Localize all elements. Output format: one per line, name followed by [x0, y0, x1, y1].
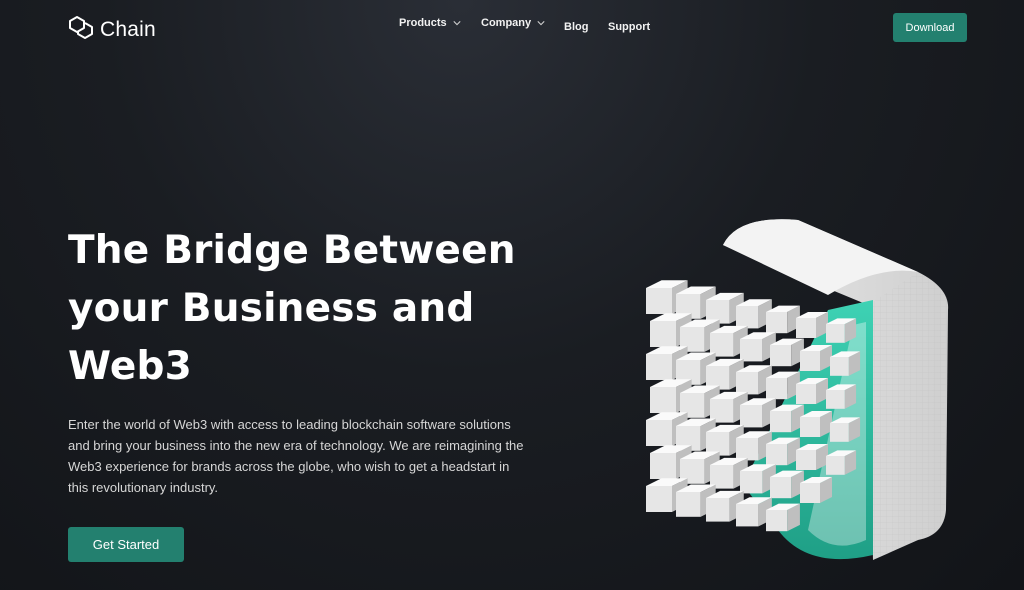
- 3d-cube-blocks-illustration: [628, 210, 958, 575]
- hexagon-chain-logo-icon: [68, 14, 94, 45]
- hero-description: Enter the world of Web3 with access to l…: [68, 417, 524, 495]
- hero-title: The Bridge Between your Business and Web…: [68, 228, 516, 389]
- get-started-button[interactable]: Get Started: [68, 527, 184, 562]
- nav-item-products[interactable]: Products: [399, 17, 461, 29]
- nav-item-blog[interactable]: Blog: [564, 21, 588, 33]
- chevron-down-icon: [453, 21, 461, 26]
- brand-logo[interactable]: Chain: [68, 14, 156, 45]
- nav-item-company[interactable]: Company: [481, 17, 545, 29]
- nav-item-label: Products: [399, 17, 447, 29]
- nav-item-support[interactable]: Support: [608, 21, 650, 33]
- nav-item-label: Company: [481, 17, 532, 29]
- chevron-down-icon: [537, 21, 545, 26]
- nav-item-label: Support: [608, 21, 651, 33]
- nav-item-label: Blog: [564, 21, 589, 33]
- brand-name: Chain: [100, 17, 156, 41]
- download-button[interactable]: Download: [893, 13, 967, 42]
